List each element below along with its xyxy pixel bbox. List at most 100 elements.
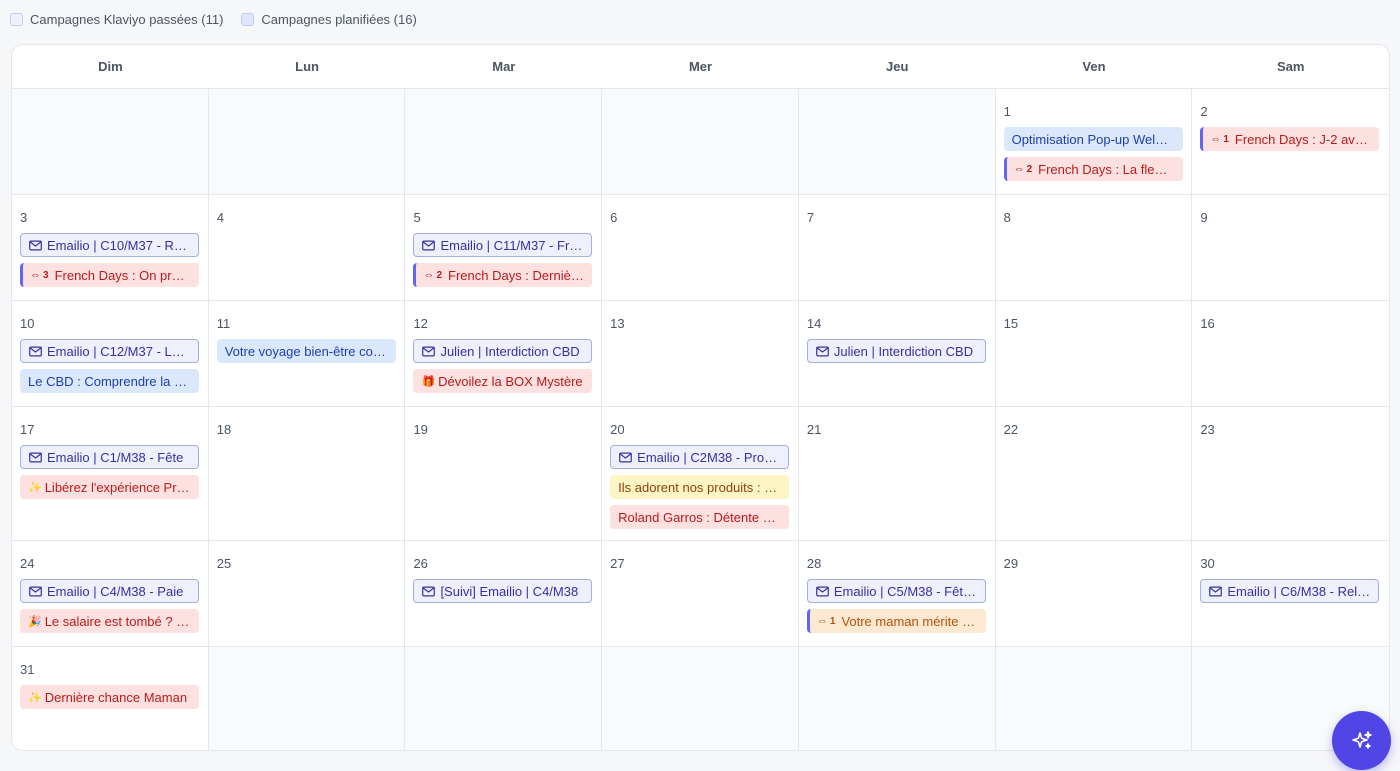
campaign-event[interactable]: ⇔1 Votre maman mérite le meilleur (806, 609, 986, 633)
day-cell[interactable]: 28 Emailio | C5/M38 - Fête des mères ⇔1 Vot… (798, 541, 996, 646)
event-title: Emailio | C1/M38 - Fête (47, 449, 184, 465)
event-title: Dévoilez la BOX Mystère (438, 373, 583, 389)
flow-step-number: 1 (1223, 133, 1229, 145)
email-campaign-event[interactable]: Emailio | C10/M37 - Rappel (20, 233, 199, 257)
day-cell[interactable]: 18 (208, 407, 406, 540)
campaign-event[interactable]: Le CBD : Comprendre la différence (20, 369, 199, 393)
email-campaign-event[interactable]: Emailio | C4/M38 - Paie (20, 579, 199, 603)
link-icon: ⇔ (816, 615, 828, 627)
day-cell[interactable]: 31 ✨ Dernière chance Maman (12, 647, 209, 750)
empty-day-cell[interactable] (798, 89, 996, 194)
day-cell[interactable]: 23 (1192, 407, 1389, 540)
day-number: 28 (806, 556, 822, 571)
email-campaign-event[interactable]: [Suivi] Emailio | C4/M38 (413, 579, 593, 603)
flow-step-badge: ⇔ 3 (30, 269, 49, 281)
day-cell[interactable]: 21 (798, 407, 996, 540)
day-cell[interactable]: 2 ⇔1 French Days : J-2 avant la fin (1192, 89, 1389, 194)
email-campaign-event[interactable]: Emailio | C11/M37 - French Days (413, 233, 593, 257)
empty-day-cell[interactable] (208, 89, 406, 194)
day-cell[interactable]: 1 Optimisation Pop-up Welcome ⇔ 2 French Day… (995, 89, 1193, 194)
filter-planned-campaigns[interactable]: Campagnes planifiées (16) (241, 12, 417, 27)
empty-day-cell[interactable] (405, 89, 603, 194)
event-title: Julien | Interdiction CBD (833, 343, 974, 359)
mail-icon (619, 452, 633, 463)
day-cell[interactable]: 14 Julien | Interdiction CBD (798, 301, 996, 406)
campaign-event[interactable]: 🎉Le salaire est tombé ? Profitez (20, 609, 199, 633)
day-cell[interactable]: 6 (602, 195, 799, 300)
campaign-event[interactable]: Optimisation Pop-up Welcome (1003, 127, 1183, 151)
email-campaign-event[interactable]: Julien | Interdiction CBD (413, 339, 593, 363)
empty-day-cell[interactable] (602, 89, 799, 194)
campaign-event[interactable]: Ils adorent nos produits : avis (610, 475, 790, 499)
email-campaign-event[interactable]: Emailio | C2M38 - Promotion (610, 445, 790, 469)
email-campaign-event[interactable]: Emailio | C1/M38 - Fête (20, 445, 199, 469)
campaign-event[interactable]: ⇔3 French Days : On prolonge (20, 263, 199, 287)
day-number: 2 (1200, 104, 1208, 119)
campaign-event[interactable]: ⇔2 French Days : La flemme ? (1003, 157, 1183, 181)
day-cell[interactable]: 29 (995, 541, 1193, 646)
empty-day-cell[interactable] (602, 647, 799, 750)
day-number: 20 (610, 422, 625, 437)
empty-day-cell[interactable] (208, 647, 406, 750)
planned-campaigns-checkbox[interactable] (241, 12, 255, 26)
day-cell[interactable]: 8 (995, 195, 1193, 300)
day-cell[interactable]: 24 Emailio | C4/M38 - Paie 🎉 Le salaire est… (12, 541, 209, 646)
day-cell[interactable]: 19 (405, 407, 603, 540)
day-cell[interactable]: 13 (602, 301, 799, 406)
mail-icon (1209, 586, 1223, 597)
day-cell[interactable]: 20 Emailio | C2M38 - Promotion Ils adorent… (602, 407, 799, 540)
link-icon: ⇔ (30, 269, 41, 281)
empty-day-cell[interactable] (798, 647, 996, 750)
campaign-event[interactable]: Votre voyage bien-être commence (216, 339, 396, 363)
email-campaign-event[interactable]: Julien | Interdiction CBD (806, 339, 986, 363)
flow-step-number: 1 (829, 615, 836, 627)
day-number: 5 (413, 210, 421, 225)
campaign-event[interactable]: Roland Garros : Détente assurée (610, 505, 790, 529)
event-title: Optimisation Pop-up Welcome (1011, 131, 1175, 147)
day-cell[interactable]: 17 Emailio | C1/M38 - Fête ✨ Libérez l'expé… (12, 407, 209, 540)
campaign-event[interactable]: ✨Libérez l'expérience Premium (20, 475, 199, 499)
weekday-header: Dim Lun Mar Mer Jeu Ven Sam (12, 45, 1389, 89)
empty-day-cell[interactable] (405, 647, 603, 750)
day-number: 4 (216, 210, 224, 225)
day-cell[interactable]: 3 Emailio | C10/M37 - Rappel ⇔ 3 French Days… (12, 195, 209, 300)
day-cell[interactable]: 16 (1192, 301, 1389, 406)
campaign-event[interactable]: ⇔2 French Days : Dernières heures (413, 263, 593, 287)
empty-day-cell[interactable] (12, 89, 209, 194)
filter-past-campaigns[interactable]: Campagnes Klaviyo passées (11) (10, 12, 223, 27)
day-cell[interactable]: 26 [Suivi] Emailio | C4/M38 (405, 541, 603, 646)
empty-day-cell[interactable] (995, 647, 1193, 750)
day-cell[interactable]: 11 Votre voyage bien-être commence (208, 301, 406, 406)
flow-step-badge: ⇔ 2 (423, 269, 442, 281)
email-campaign-event[interactable]: Emailio | C6/M38 - Relance (1200, 579, 1380, 603)
day-cell[interactable]: 12 Julien | Interdiction CBD 🎁 Dévoilez la … (405, 301, 603, 406)
email-campaign-event[interactable]: Emailio | C12/M37 - Lancement (20, 339, 199, 363)
day-cell[interactable]: 10 Emailio | C12/M37 - Lancement Le CBD : … (12, 301, 209, 406)
event-title: Le salaire est tombé ? Profitez (44, 613, 191, 629)
day-cell[interactable]: 15 (995, 301, 1193, 406)
day-number: 22 (1003, 422, 1019, 437)
day-cell[interactable]: 27 (602, 541, 799, 646)
past-campaigns-checkbox[interactable] (10, 12, 23, 26)
day-number: 8 (1003, 210, 1011, 225)
weekday-1: Lun (295, 59, 319, 74)
day-cell[interactable]: 30 Emailio | C6/M38 - Relance (1192, 541, 1389, 646)
campaign-event[interactable]: ✨ Dernière chance Maman (20, 685, 199, 709)
day-cell[interactable]: 5 Emailio | C11/M37 - French Days ⇔2 French… (405, 195, 603, 300)
day-number: 23 (1200, 422, 1215, 437)
day-number: 11 (216, 316, 231, 331)
day-cell[interactable]: 25 (208, 541, 406, 646)
day-number: 10 (20, 316, 35, 331)
day-cell[interactable]: 4 (208, 195, 406, 300)
email-campaign-event[interactable]: Emailio | C5/M38 - Fête des mères (806, 579, 986, 603)
day-number: 21 (806, 422, 822, 437)
week-row: 31 ✨ Dernière chance Maman (12, 647, 1389, 750)
campaign-event[interactable]: 🎁 Dévoilez la BOX Mystère (413, 369, 593, 393)
day-events: Emailio | C6/M38 - Relance (1200, 579, 1380, 603)
ai-assistant-button[interactable] (1332, 711, 1391, 770)
day-cell[interactable]: 7 (798, 195, 996, 300)
campaign-event[interactable]: ⇔1 French Days : J-2 avant la fin (1200, 127, 1380, 151)
day-cell[interactable]: 9 (1192, 195, 1389, 300)
day-number: 25 (216, 556, 232, 571)
day-cell[interactable]: 22 (995, 407, 1193, 540)
